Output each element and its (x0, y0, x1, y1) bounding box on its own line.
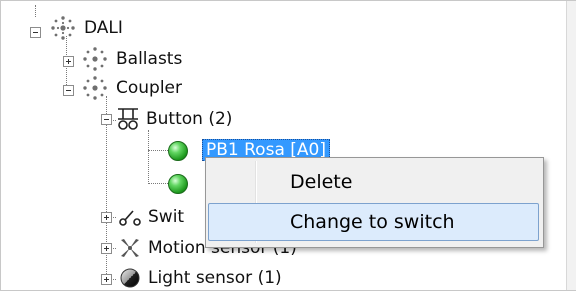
tree-node-light-sensor[interactable]: Light sensor (1) (148, 267, 282, 289)
collapse-toggle-dali[interactable] (30, 27, 41, 38)
tree-node-switch[interactable]: Swit (148, 206, 184, 228)
collapse-toggle-button[interactable] (101, 114, 112, 125)
menu-item-label: Delete (290, 171, 353, 193)
switch-icon (119, 210, 141, 226)
tree-line (148, 183, 168, 184)
tree-node-coupler[interactable]: Coupler (116, 77, 182, 99)
tree-line (148, 130, 149, 184)
tree-node-button[interactable]: Button (2) (146, 108, 232, 130)
expand-toggle-light-sensor[interactable] (101, 274, 112, 285)
green-led-icon (168, 174, 188, 194)
green-led-icon (168, 141, 188, 161)
tree-line (148, 150, 168, 151)
tree-node-dali[interactable]: DALI (84, 17, 123, 39)
button-group-icon (118, 108, 138, 130)
tree-node-ballasts[interactable]: Ballasts (116, 48, 182, 70)
expand-toggle-ballasts[interactable] (63, 56, 74, 67)
menu-item-label: Change to switch (290, 211, 455, 233)
menu-item-delete[interactable]: Delete (208, 163, 539, 201)
expand-toggle-switch[interactable] (101, 212, 112, 223)
motion-sensor-icon (121, 239, 139, 257)
context-menu: Delete Change to switch (205, 157, 544, 248)
collapse-toggle-coupler[interactable] (63, 85, 74, 96)
light-sensor-icon (120, 268, 140, 288)
vertical-scrollbar[interactable] (566, 1, 576, 290)
expand-toggle-motion-sensor[interactable] (101, 243, 112, 254)
menu-item-change-to-switch[interactable]: Change to switch (208, 203, 539, 241)
tree-line (35, 5, 36, 17)
dali-network-icon (51, 16, 75, 40)
dali-network-icon (83, 47, 107, 71)
dali-network-icon (83, 76, 107, 100)
